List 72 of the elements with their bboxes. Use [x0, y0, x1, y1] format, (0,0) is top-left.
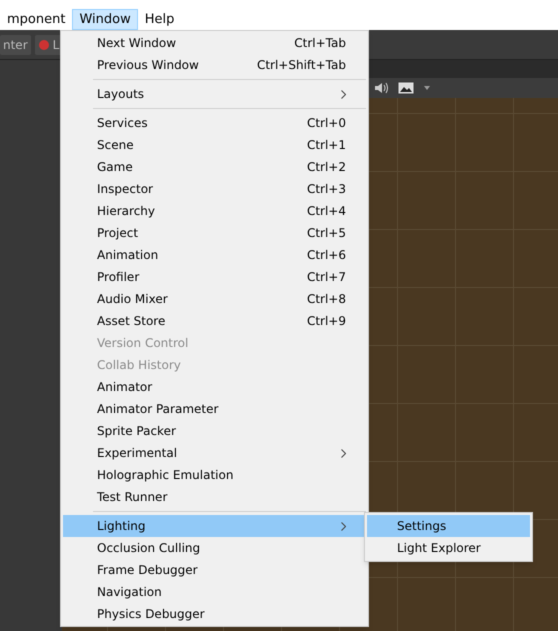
submenu-item[interactable]: Settings — [367, 515, 530, 537]
shortcut-label: Ctrl+1 — [306, 137, 346, 154]
menu-item-label: Collab History — [97, 357, 182, 374]
shortcut-label: Ctrl+3 — [306, 181, 346, 198]
menu-item-label: Lighting — [97, 518, 147, 535]
menu-item-label: Navigation — [97, 584, 163, 601]
menu-item[interactable]: Lighting — [63, 515, 366, 537]
menu-item-label: Frame Debugger — [97, 562, 199, 579]
menu-item[interactable]: Animation Ctrl+6 — [63, 244, 366, 266]
shortcut-label: Ctrl+Shift+Tab — [256, 57, 346, 74]
shortcut-label: Ctrl+Tab — [294, 35, 346, 52]
menu-item-label: Previous Window — [97, 57, 200, 74]
menu-item-label: Animator Parameter — [97, 401, 220, 418]
shortcut-label: Ctrl+0 — [306, 115, 346, 132]
toolbar-button[interactable]: nter — [0, 34, 31, 54]
shortcut-label: Ctrl+7 — [306, 269, 346, 286]
shortcut-label: Ctrl+4 — [306, 203, 346, 220]
menu-item-label: Layouts — [97, 86, 146, 103]
menu-item[interactable]: Sprite Packer — [63, 420, 366, 442]
menu-item[interactable]: Profiler Ctrl+7 — [63, 266, 366, 288]
menu-item[interactable]: Occlusion Culling — [63, 537, 366, 559]
menu-item-label: Game — [97, 159, 134, 176]
speaker-icon[interactable] — [374, 82, 388, 94]
menu-item-label: Audio Mixer — [97, 291, 169, 308]
menu-item[interactable]: Game Ctrl+2 — [63, 156, 366, 178]
menu-item[interactable]: Hierarchy Ctrl+4 — [63, 200, 366, 222]
menu-item-label: Asset Store — [97, 313, 166, 330]
menu-item-label: Services — [97, 115, 149, 132]
menu-item[interactable]: Animator — [63, 376, 366, 398]
menu-item-label: Hierarchy — [97, 203, 156, 220]
submenu-item[interactable]: Light Explorer — [367, 537, 530, 559]
menu-item[interactable]: Services Ctrl+0 — [63, 112, 366, 134]
menu-item-label: Scene — [97, 137, 135, 154]
shortcut-label: Ctrl+6 — [306, 247, 346, 264]
menu-item-label: Next Window — [97, 35, 178, 52]
menu-item-label: Test Runner — [97, 489, 168, 506]
menu-item-label: Sprite Packer — [97, 423, 177, 440]
shortcut-label: Ctrl+5 — [306, 225, 346, 242]
menu-item-label: Profiler — [97, 269, 140, 286]
menu-item[interactable]: Inspector Ctrl+3 — [63, 178, 366, 200]
menu-item-label: Project — [97, 225, 140, 242]
caret-icon[interactable] — [424, 86, 430, 90]
menu-item-label: Holographic Emulation — [97, 467, 234, 484]
menu-item[interactable]: Layouts — [63, 83, 366, 105]
menu-item[interactable]: Navigation — [63, 581, 366, 603]
menu-item[interactable]: Audio Mixer Ctrl+8 — [63, 288, 366, 310]
menu-item-label: Experimental — [97, 445, 178, 462]
menu-item-label: Inspector — [97, 181, 154, 198]
menu-item[interactable]: Scene Ctrl+1 — [63, 134, 366, 156]
menu-item-label: Animator — [97, 379, 154, 396]
menu-bar-item[interactable]: Help — [138, 9, 182, 30]
menu-item-label: Occlusion Culling — [97, 540, 202, 557]
menu-item[interactable]: Test Runner — [63, 486, 366, 508]
menu-item[interactable]: Holographic Emulation — [63, 464, 366, 486]
shortcut-label: Ctrl+2 — [306, 159, 346, 176]
menu-item[interactable]: Next Window Ctrl+Tab — [63, 32, 366, 54]
menu-item[interactable]: Animator Parameter — [63, 398, 366, 420]
toolbar-button[interactable]: L — [34, 34, 62, 54]
menu-item[interactable]: Physics Debugger — [63, 603, 366, 625]
menu-bar-item[interactable]: mponent — [0, 9, 72, 30]
image-icon[interactable] — [398, 82, 414, 94]
menu-item[interactable]: Frame Debugger — [63, 559, 366, 581]
menu-item[interactable]: Project Ctrl+5 — [63, 222, 366, 244]
menu-item[interactable]: Experimental — [63, 442, 366, 464]
shortcut-label: Ctrl+9 — [306, 313, 346, 330]
menu-item[interactable]: Asset Store Ctrl+9 — [63, 310, 366, 332]
menu-item[interactable]: Previous Window Ctrl+Shift+Tab — [63, 54, 366, 76]
menu-bar-item[interactable]: Window — [72, 9, 138, 30]
menu-item-label: Animation — [97, 247, 160, 264]
shortcut-label: Ctrl+8 — [306, 291, 346, 308]
menu-item-label: Physics Debugger — [97, 606, 206, 623]
menu-item-label: Version Control — [97, 335, 190, 352]
